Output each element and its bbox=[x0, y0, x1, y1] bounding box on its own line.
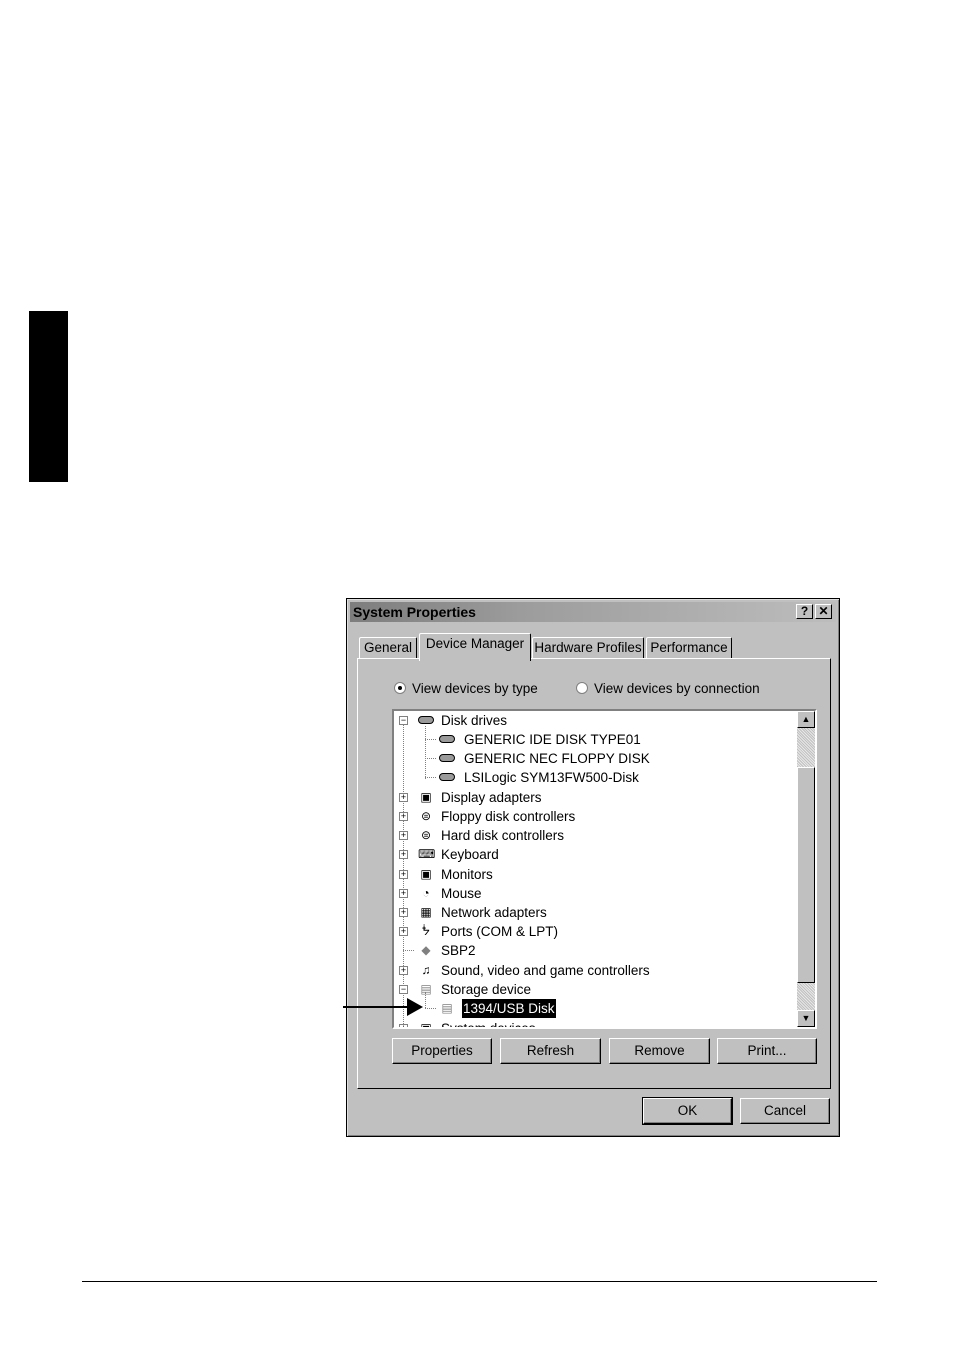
expand-icon[interactable]: + bbox=[399, 793, 408, 802]
collapse-icon[interactable]: − bbox=[399, 716, 408, 725]
expand-icon[interactable]: + bbox=[399, 1024, 408, 1027]
device-tree[interactable]: − Disk drives GENERIC IDE DISK TYPE01 GE… bbox=[394, 711, 797, 1027]
tab-general[interactable]: General bbox=[359, 637, 417, 659]
network-adapter-icon: ▦ bbox=[420, 905, 432, 919]
radio-button-checked[interactable] bbox=[394, 682, 406, 694]
expand-icon[interactable]: + bbox=[399, 966, 408, 975]
hard-disk-controller-icon: ⊜ bbox=[420, 828, 432, 842]
device-tree-box: − Disk drives GENERIC IDE DISK TYPE01 GE… bbox=[392, 709, 817, 1029]
dialog-title: System Properties bbox=[353, 604, 476, 620]
title-bar: System Properties ? ✕ bbox=[350, 602, 836, 622]
sbp2-icon: ◆ bbox=[421, 943, 431, 957]
tree-item-label: LSILogic SYM13FW500-Disk bbox=[464, 770, 639, 785]
view-by-connection-label: View devices by connection bbox=[594, 681, 760, 696]
tree-item-label: Sound, video and game controllers bbox=[441, 963, 650, 978]
tree-line bbox=[403, 950, 414, 951]
floppy-controller-icon: ⊜ bbox=[420, 809, 432, 823]
tree-line bbox=[425, 777, 436, 778]
tab-device-manager[interactable]: Device Manager bbox=[419, 633, 531, 661]
footer-rule bbox=[82, 1281, 877, 1282]
remove-button[interactable]: Remove bbox=[609, 1038, 710, 1064]
tree-item-label: SBP2 bbox=[441, 943, 476, 958]
tree-line bbox=[425, 1008, 436, 1009]
tree-item-label: Hard disk controllers bbox=[441, 828, 565, 843]
scrollbar-thumb[interactable] bbox=[797, 767, 815, 983]
tree-item-label: Floppy disk controllers bbox=[441, 809, 576, 824]
collapse-icon[interactable]: − bbox=[399, 985, 408, 994]
tree-item-label: Ports (COM & LPT) bbox=[441, 924, 559, 939]
device-manager-panel: View devices by type View devices by con… bbox=[357, 658, 831, 1089]
tree-item-label: Network adapters bbox=[441, 905, 547, 920]
expand-icon[interactable]: + bbox=[399, 927, 408, 936]
cancel-button[interactable]: Cancel bbox=[740, 1098, 830, 1124]
tree-item-label: Keyboard bbox=[441, 847, 499, 862]
expand-icon[interactable]: + bbox=[399, 908, 408, 917]
mouse-icon: ◔ bbox=[422, 886, 430, 900]
tree-item-label: Storage device bbox=[441, 982, 532, 997]
print-button[interactable]: Print... bbox=[717, 1038, 817, 1064]
close-button[interactable]: ✕ bbox=[815, 604, 832, 619]
sound-icon: ♫ bbox=[421, 963, 431, 977]
ports-icon: ᖭ bbox=[422, 924, 430, 938]
tree-item-label: Monitors bbox=[441, 867, 493, 882]
expand-icon[interactable]: + bbox=[399, 812, 408, 821]
view-by-connection-option[interactable]: View devices by connection bbox=[576, 681, 760, 696]
callout-arrow-line bbox=[343, 1006, 408, 1008]
ok-button[interactable]: OK bbox=[642, 1097, 733, 1125]
system-properties-dialog: System Properties ? ✕ General Device Man… bbox=[346, 598, 840, 1137]
disk-drive-icon bbox=[418, 714, 434, 727]
tab-performance[interactable]: Performance bbox=[646, 637, 732, 659]
scroll-down-arrow-icon[interactable]: ▼ bbox=[797, 1010, 815, 1027]
tree-item-label: Disk drives bbox=[441, 713, 508, 728]
tree-line bbox=[425, 726, 426, 779]
view-by-type-option[interactable]: View devices by type bbox=[394, 681, 538, 696]
scroll-up-arrow-icon[interactable]: ▲ bbox=[797, 711, 815, 728]
tree-item-label: GENERIC IDE DISK TYPE01 bbox=[464, 732, 641, 747]
disk-drive-icon bbox=[439, 771, 455, 784]
storage-device-icon: ▤ bbox=[420, 982, 432, 996]
tree-item-label: GENERIC NEC FLOPPY DISK bbox=[464, 751, 650, 766]
storage-device-icon: ▤ bbox=[441, 1001, 453, 1015]
expand-icon[interactable]: + bbox=[399, 850, 408, 859]
tree-line bbox=[425, 739, 436, 740]
system-devices-icon: ▣ bbox=[418, 1022, 434, 1028]
disk-drive-icon bbox=[439, 733, 455, 746]
callout-arrow-icon bbox=[407, 998, 423, 1016]
expand-icon[interactable]: + bbox=[399, 870, 408, 879]
expand-icon[interactable]: + bbox=[399, 831, 408, 840]
display-adapter-icon: ▣ bbox=[420, 790, 432, 804]
tree-item-label: Display adapters bbox=[441, 790, 542, 805]
properties-button[interactable]: Properties bbox=[392, 1038, 492, 1064]
vertical-scrollbar[interactable]: ▲ ▼ bbox=[797, 711, 815, 1027]
tab-hardware-profiles[interactable]: Hardware Profiles bbox=[532, 637, 644, 659]
tree-item-label: System devices bbox=[441, 1019, 536, 1027]
side-tab-marker bbox=[29, 311, 68, 482]
radio-button[interactable] bbox=[576, 682, 588, 694]
keyboard-icon: ⌨ bbox=[418, 847, 436, 861]
tree-line bbox=[425, 758, 436, 759]
view-by-type-label: View devices by type bbox=[412, 681, 538, 696]
tree-item-label: Mouse bbox=[441, 886, 482, 901]
monitor-icon: ▣ bbox=[420, 867, 432, 881]
help-button[interactable]: ? bbox=[796, 604, 813, 619]
disk-drive-icon bbox=[439, 752, 455, 765]
tree-item-label-selected: 1394/USB Disk bbox=[462, 999, 556, 1018]
refresh-button[interactable]: Refresh bbox=[500, 1038, 601, 1064]
expand-icon[interactable]: + bbox=[399, 889, 408, 898]
